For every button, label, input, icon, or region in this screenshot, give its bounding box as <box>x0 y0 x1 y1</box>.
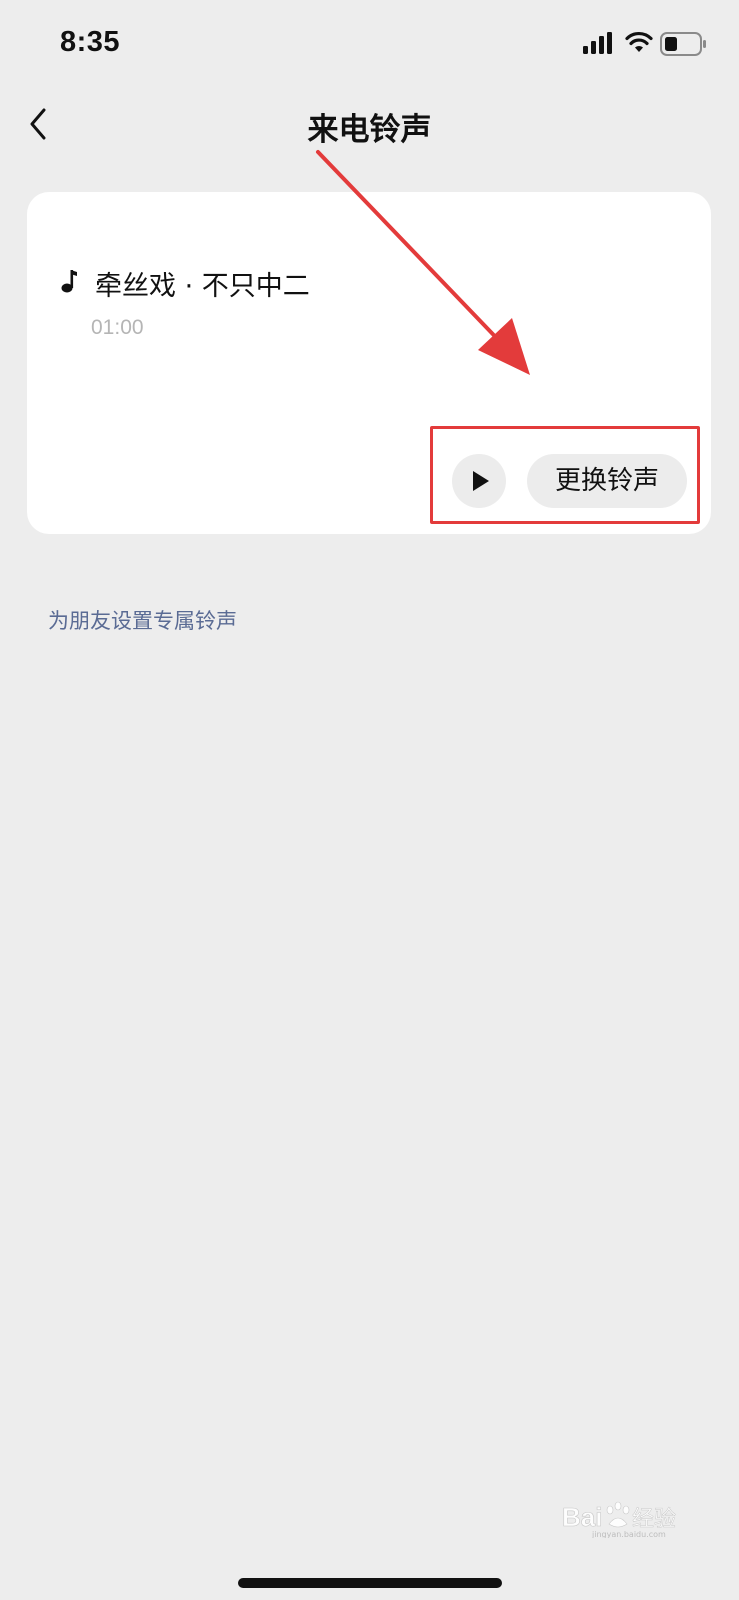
status-bar: 8:35 <box>0 0 739 90</box>
signal-icon <box>583 32 612 54</box>
page-title: 来电铃声 <box>307 112 432 148</box>
music-note-icon <box>61 270 77 293</box>
baidu-watermark-logo: Bai 经验 jingyan.baidu.com <box>562 1501 676 1538</box>
song-duration: 01:00 <box>91 316 144 339</box>
svg-text:经验: 经验 <box>632 1507 676 1532</box>
friend-ringtone-link[interactable]: 为朋友设置专属铃声 <box>48 605 237 635</box>
svg-text:jingyan.baidu.com: jingyan.baidu.com <box>591 1530 666 1538</box>
nav-bar: 来电铃声 <box>0 90 739 160</box>
battery-icon <box>660 32 706 56</box>
status-time: 8:35 <box>60 26 121 58</box>
song-title: 牵丝戏 · 不只中二 <box>95 271 310 302</box>
svg-text:Bai: Bai <box>562 1502 602 1532</box>
home-indicator <box>238 1578 502 1588</box>
annotation-highlight-box <box>430 426 700 524</box>
wifi-icon <box>625 31 653 52</box>
